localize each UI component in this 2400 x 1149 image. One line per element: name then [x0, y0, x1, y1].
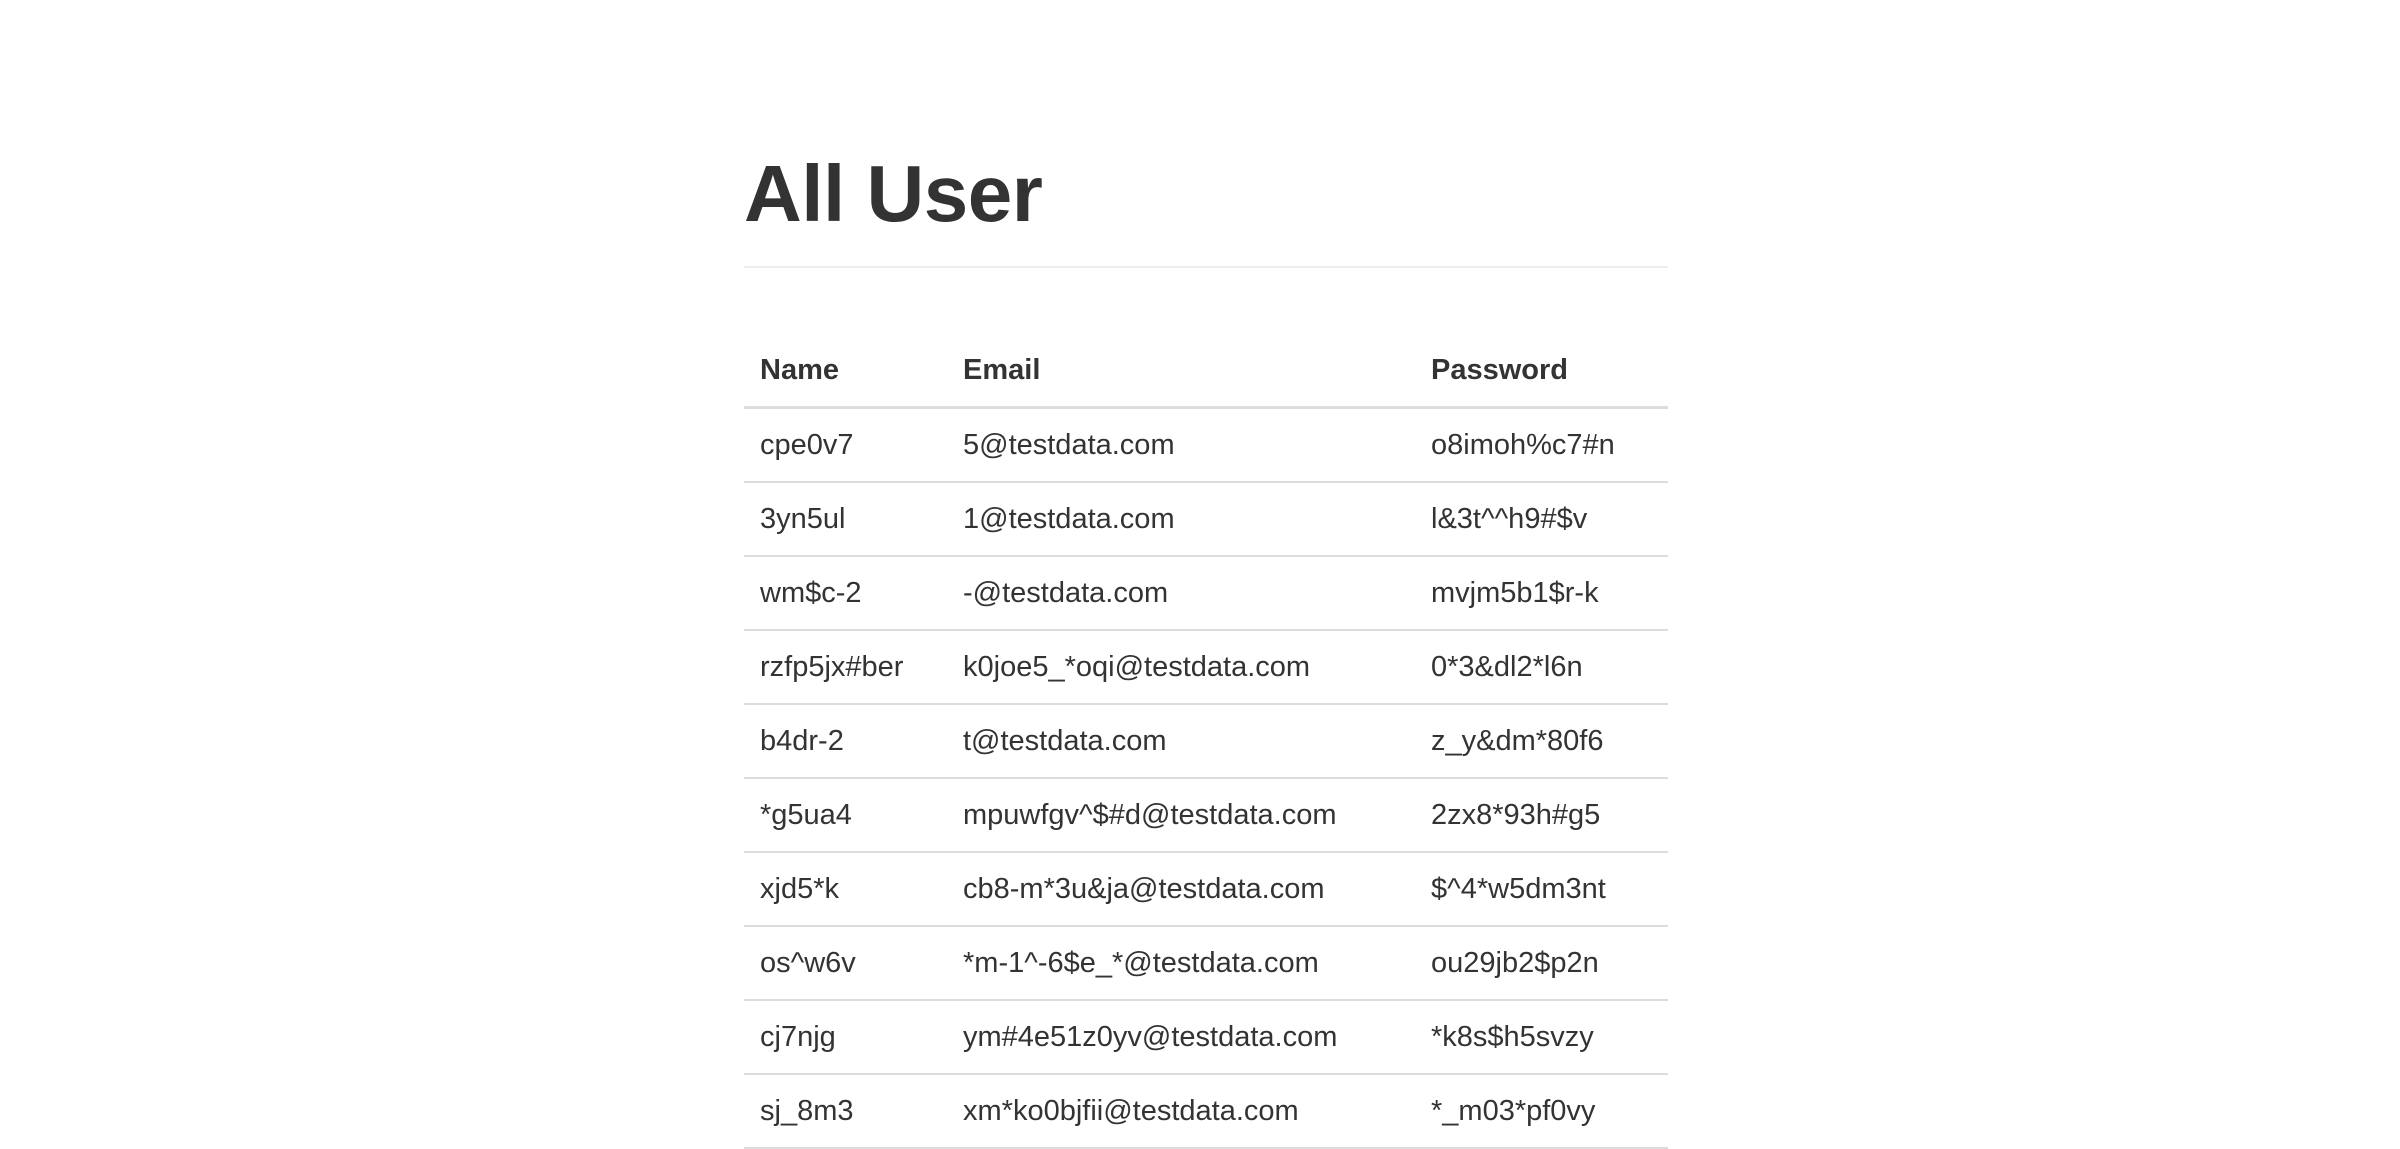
cell-name: cj7njg	[744, 1000, 947, 1075]
cell-email: mpuwfgv^$#d@testdata.com	[947, 778, 1415, 853]
cell-name: cpe0v7	[744, 407, 947, 483]
cell-email: ym#4e51z0yv@testdata.com	[947, 1000, 1415, 1075]
table-row: wm$c-2 -@testdata.com mvjm5b1$r-k	[744, 556, 1668, 631]
cell-email: cb8-m*3u&ja@testdata.com	[947, 852, 1415, 927]
table-row: *g5ua4 mpuwfgv^$#d@testdata.com 2zx8*93h…	[744, 778, 1668, 853]
cell-name: os^w6v	[744, 926, 947, 1001]
cell-name: sj_8m3	[744, 1074, 947, 1149]
cell-email: 1@testdata.com	[947, 482, 1415, 557]
table-row: os^w6v *m-1^-6$e_*@testdata.com ou29jb2$…	[744, 926, 1668, 1001]
cell-name: rzfp5jx#ber	[744, 630, 947, 705]
column-header-password: Password	[1415, 334, 1668, 409]
cell-password: ou29jb2$p2n	[1415, 926, 1668, 1001]
table-row: cj7njg ym#4e51z0yv@testdata.com *k8s$h5s…	[744, 1000, 1668, 1075]
cell-name: 3yn5ul	[744, 482, 947, 557]
page-header: All User	[744, 150, 1668, 268]
cell-name: xjd5*k	[744, 852, 947, 927]
cell-email: xm*ko0bjfii@testdata.com	[947, 1074, 1415, 1149]
cell-email: 5@testdata.com	[947, 407, 1415, 483]
cell-email: *m-1^-6$e_*@testdata.com	[947, 926, 1415, 1001]
cell-name: wm$c-2	[744, 556, 947, 631]
cell-password: *k8s$h5svzy	[1415, 1000, 1668, 1075]
table-header-row: Name Email Password	[744, 334, 1668, 409]
table-row: rzfp5jx#ber k0joe5_*oqi@testdata.com 0*3…	[744, 630, 1668, 705]
table-row: cpe0v7 5@testdata.com o8imoh%c7#n	[744, 407, 1668, 483]
cell-password: o8imoh%c7#n	[1415, 407, 1668, 483]
cell-password: $^4*w5dm3nt	[1415, 852, 1668, 927]
table-row: sj_8m3 xm*ko0bjfii@testdata.com *_m03*pf…	[744, 1074, 1668, 1149]
cell-password: l&3t^^h9#$v	[1415, 482, 1668, 557]
cell-name: *g5ua4	[744, 778, 947, 853]
cell-email: t@testdata.com	[947, 704, 1415, 779]
table-body: cpe0v7 5@testdata.com o8imoh%c7#n 3yn5ul…	[744, 407, 1668, 1149]
cell-password: z_y&dm*80f6	[1415, 704, 1668, 779]
cell-password: mvjm5b1$r-k	[1415, 556, 1668, 631]
column-header-email: Email	[947, 334, 1415, 409]
users-table: Name Email Password cpe0v7 5@testdata.co…	[744, 334, 1668, 1149]
cell-password: 0*3&dl2*l6n	[1415, 630, 1668, 705]
cell-email: -@testdata.com	[947, 556, 1415, 631]
column-header-name: Name	[744, 334, 947, 409]
table-header: Name Email Password	[744, 334, 1668, 409]
table-row: b4dr-2 t@testdata.com z_y&dm*80f6	[744, 704, 1668, 779]
cell-email: k0joe5_*oqi@testdata.com	[947, 630, 1415, 705]
table-row: xjd5*k cb8-m*3u&ja@testdata.com $^4*w5dm…	[744, 852, 1668, 927]
cell-password: 2zx8*93h#g5	[1415, 778, 1668, 853]
main-container: All User Name Email Password cpe0v7 5@te…	[744, 0, 1668, 1149]
cell-password: *_m03*pf0vy	[1415, 1074, 1668, 1149]
page-title: All User	[744, 149, 1043, 238]
table-row: 3yn5ul 1@testdata.com l&3t^^h9#$v	[744, 482, 1668, 557]
cell-name: b4dr-2	[744, 704, 947, 779]
